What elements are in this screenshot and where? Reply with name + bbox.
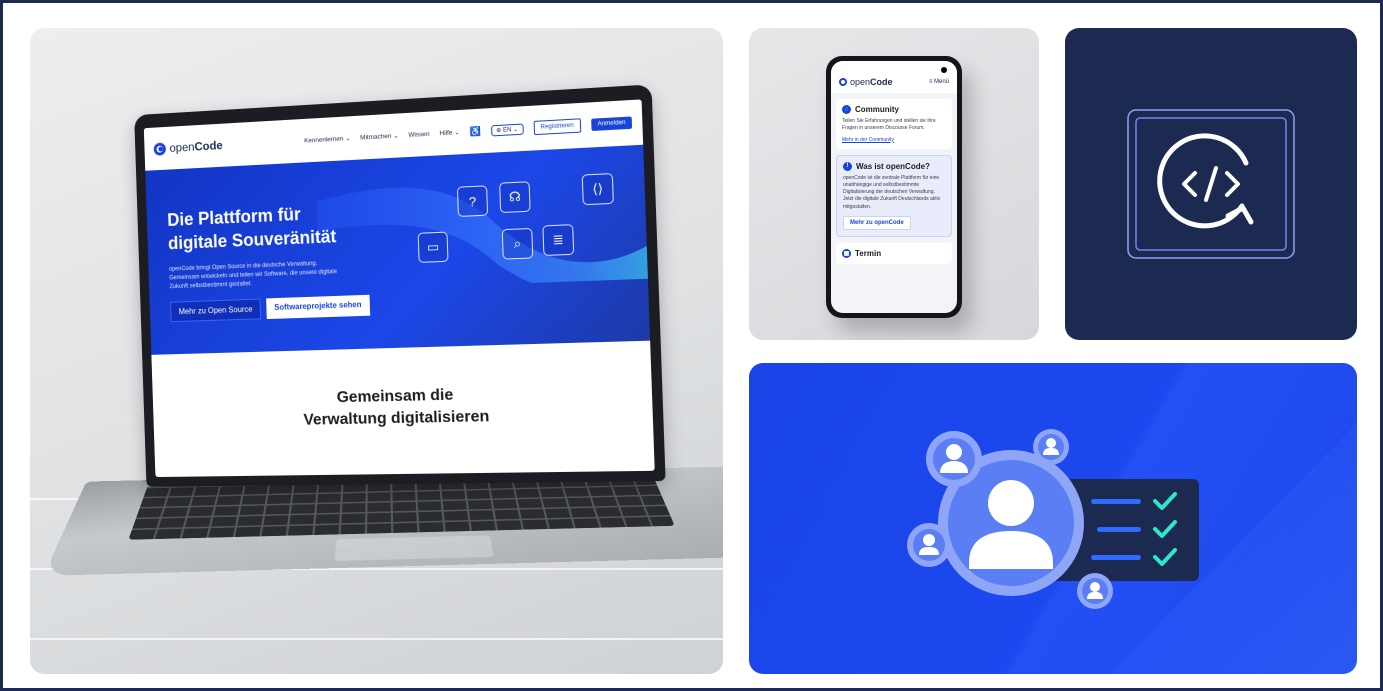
hero-actions: Mehr zu Open Source Softwareprojekte seh… [170, 285, 626, 321]
nav-wissen[interactable]: Wissen [408, 130, 429, 138]
website-screen: openCode Kennenlernen ⌄ Mitmachen ⌄ Wiss… [144, 99, 655, 477]
about-title: Was ist openCode? [856, 162, 930, 171]
community-title: Community [855, 105, 899, 114]
laptop: openCode Kennenlernen ⌄ Mitmachen ⌄ Wiss… [70, 88, 710, 648]
about-card: ! Was ist openCode? openCode ist die zen… [836, 155, 952, 237]
phone-logo[interactable]: openCode [839, 77, 893, 87]
phone: openCode ≡ Menü ◌ Community Teilen Sie E… [826, 56, 962, 318]
community-text: Teilen Sie Erfahrungen und stellen sie i… [842, 118, 946, 133]
phone-mockup-tile: openCode ≡ Menü ◌ Community Teilen Sie E… [749, 28, 1039, 340]
about-text: openCode ist die zentrale Plattform für … [843, 175, 945, 211]
user-icon [1033, 429, 1069, 465]
laptop-lid: openCode Kennenlernen ⌄ Mitmachen ⌄ Wiss… [134, 84, 665, 487]
laptop-mockup-tile: openCode Kennenlernen ⌄ Mitmachen ⌄ Wiss… [30, 28, 723, 674]
trackpad [335, 535, 494, 561]
community-illustration-tile [749, 363, 1357, 674]
event-card: ▦ Termin [836, 243, 952, 264]
chat-icon: ▭ [418, 232, 449, 263]
community-illustration [749, 363, 1357, 674]
nav-kennenlernen[interactable]: Kennenlernen ⌄ [304, 134, 351, 144]
calendar-icon: ▦ [842, 249, 851, 258]
headset-icon: ☊ [499, 181, 531, 213]
hero-icon-cluster: ? ☊ ⟨⟩ ▭ ⌕ ≣ [412, 168, 629, 289]
logo-tile [1065, 28, 1357, 340]
code-refresh-icon [1065, 28, 1357, 340]
software-projects-button[interactable]: Softwareprojekte sehen [266, 294, 369, 318]
community-card: ◌ Community Teilen Sie Erfahrungen und s… [836, 99, 952, 149]
event-title: Termin [855, 249, 881, 258]
phone-camera [941, 67, 947, 73]
community-link[interactable]: Mehr in der Community [842, 137, 946, 143]
opencode-logo-icon [839, 78, 847, 86]
user-icon [1077, 573, 1113, 609]
login-button[interactable]: Anmelden [591, 116, 632, 131]
info-icon: ! [843, 162, 852, 171]
gitlab-icon: ⟨⟩ [582, 173, 614, 205]
language-select[interactable]: ⊕ EN ⌄ [491, 123, 524, 136]
user-icon [907, 523, 951, 567]
intro-section: Gemeinsam die Verwaltung digitalisieren [151, 341, 654, 472]
question-icon: ? [457, 185, 488, 217]
accessibility-icon[interactable]: ♿ [470, 125, 482, 137]
open-source-button[interactable]: Mehr zu Open Source [170, 298, 261, 322]
site-nav-links: Kennenlernen ⌄ Mitmachen ⌄ Wissen Hilfe … [304, 115, 632, 147]
phone-screen: openCode ≡ Menü ◌ Community Teilen Sie E… [831, 61, 957, 313]
register-button[interactable]: Registrieren [533, 118, 581, 135]
document-icon: ≣ [542, 224, 574, 256]
opencode-logo-icon [154, 142, 166, 155]
nav-mitmachen[interactable]: Mitmachen ⌄ [360, 131, 399, 141]
about-button[interactable]: Mehr zu openCode [843, 216, 911, 230]
code-search-icon: ⌕ [502, 228, 534, 260]
phone-header: openCode ≡ Menü [831, 61, 957, 93]
menu-button[interactable]: ≡ Menü [929, 79, 949, 85]
nav-hilfe[interactable]: Hilfe ⌄ [439, 128, 460, 137]
chat-bubble-icon: ◌ [842, 105, 851, 114]
site-logo[interactable]: openCode [154, 138, 223, 155]
hero-section: Die Plattform für digitale Souveränität o… [145, 145, 650, 355]
user-icon [926, 431, 982, 487]
section-title: Gemeinsam die Verwaltung digitalisieren [302, 384, 489, 431]
